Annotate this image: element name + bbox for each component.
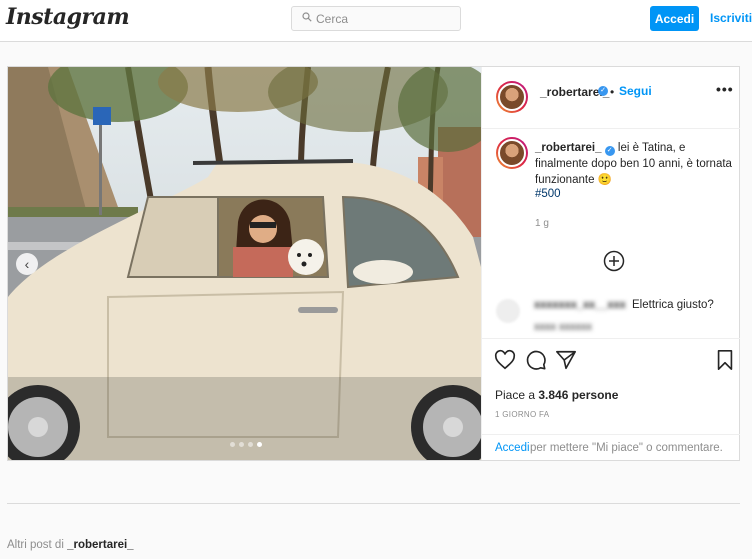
signup-link[interactable]: Iscriviti xyxy=(710,11,752,25)
likes-number[interactable]: 3.846 persone xyxy=(538,388,618,402)
carousel-dot xyxy=(239,442,244,447)
post-card: ‹ _robertarei_ ✓ • Segui ••• _robertarei… xyxy=(7,66,740,461)
add-comment-icon[interactable] xyxy=(603,250,625,272)
likes-count[interactable]: Piace a 3.846 persone xyxy=(495,388,618,402)
carousel-dot xyxy=(230,442,235,447)
hashtag-link[interactable]: #500 xyxy=(535,188,561,200)
heart-icon[interactable] xyxy=(494,349,516,371)
comment-icon[interactable] xyxy=(525,349,547,371)
carousel-dot xyxy=(248,442,253,447)
post-caption: _robertarei_ ✓ lei è Tatina, e finalment… xyxy=(535,140,735,188)
post-sidebar: _robertarei_ ✓ • Segui ••• _robertarei_ … xyxy=(481,67,740,460)
login-link[interactable]: Accedi xyxy=(495,442,530,454)
login-prompt-bar: Accedi per mettere "Mi piace" o commenta… xyxy=(482,434,740,461)
login-button[interactable]: Accedi xyxy=(650,6,699,31)
verified-icon: ✓ xyxy=(598,86,608,96)
likes-prefix: Piace a xyxy=(495,388,539,402)
post-header: _robertarei_ ✓ • Segui ••• xyxy=(482,67,740,129)
follow-button[interactable]: Segui xyxy=(619,84,652,98)
carousel-dot-active xyxy=(257,442,262,447)
top-bar: Instagram Accedi Iscriviti xyxy=(0,0,752,42)
more-posts-heading: Altri post di _robertarei_ xyxy=(7,539,134,551)
caption-age: 1 g xyxy=(535,218,549,229)
comment-username-redacted: xxxx xxxxxx xyxy=(534,321,593,333)
section-divider xyxy=(7,503,740,504)
more-posts-user[interactable]: _robertarei_ xyxy=(67,539,133,551)
comment-text: Elettrica giusto? xyxy=(632,299,714,311)
share-icon[interactable] xyxy=(555,349,577,371)
more-posts-prefix: Altri post di xyxy=(7,539,68,551)
photo-scene xyxy=(8,67,481,460)
separator-bullet: • xyxy=(610,85,615,99)
avatar[interactable] xyxy=(496,299,520,323)
instagram-logo[interactable]: Instagram xyxy=(6,4,130,30)
carousel-indicator xyxy=(230,442,262,447)
search-input[interactable] xyxy=(316,10,456,28)
avatar[interactable] xyxy=(496,81,528,113)
caption-avatar[interactable] xyxy=(496,137,528,169)
search-icon xyxy=(302,12,312,22)
post-timestamp: 1 GIORNO FA xyxy=(495,410,550,419)
more-options-icon[interactable]: ••• xyxy=(716,81,734,97)
comment-username-redacted: xxxxxxx_xx__xxx xyxy=(534,299,626,311)
login-prompt-text: per mettere "Mi piace" o commentare. xyxy=(530,442,723,454)
post-actions: Piace a 3.846 persone 1 GIORNO FA Accedi… xyxy=(482,338,740,460)
search-box[interactable] xyxy=(291,6,461,31)
verified-icon: ✓ xyxy=(604,146,615,156)
comment-item: xxxxxxx_xx__xxx Elettrica giusto? xxxx x… xyxy=(482,295,740,335)
post-photo[interactable]: ‹ xyxy=(8,67,481,460)
caption-username[interactable]: _robertarei_ xyxy=(535,142,601,154)
chevron-left-icon[interactable]: ‹ xyxy=(16,253,38,275)
bookmark-icon[interactable] xyxy=(714,349,736,371)
